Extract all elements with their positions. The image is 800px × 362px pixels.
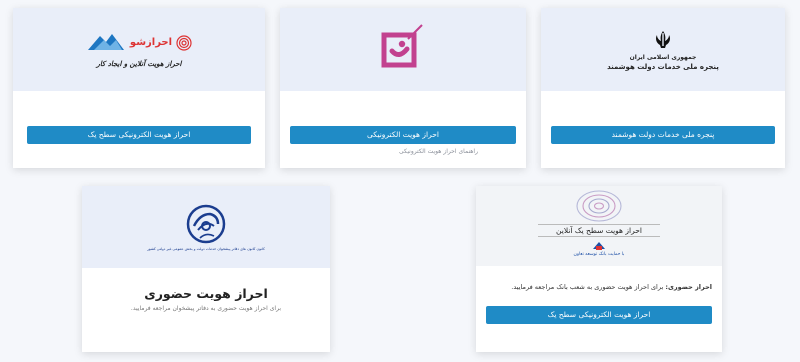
smart-gov-button[interactable]: پنجره ملی خدمات دولت هوشمند (551, 126, 775, 144)
card-smart-gov-header: جمهوری اسلامی ایران پنجره ملی خدمات دولت… (541, 8, 785, 91)
iran-emblem-icon (656, 30, 670, 48)
fingerprint-graphic-icon (576, 190, 622, 222)
smart-gov-logo-line2: پنجره ملی خدمات دولت هوشمند (607, 62, 719, 71)
electronic-auth-logo-icon (381, 23, 423, 67)
online-level1-banner: احراز هویت سطح یک آنلاین با حمایت بانک ت… (476, 186, 722, 266)
bank-logo-icon (592, 242, 605, 250)
level1-logo-brand: احرازشو (129, 37, 173, 48)
card-electronic-auth: احراز هویت الکترونیکی راهنمای احراز هویت… (280, 8, 526, 168)
level1-logo: احرازشو (86, 32, 192, 54)
pishkhan-logo-caption: کانون کانون های دفاتر پیشخوان خدمات دولت… (147, 246, 265, 251)
bank-logo-caption: با حمایت بانک توسعه تعاون (573, 252, 625, 257)
bank-logo: با حمایت بانک توسعه تعاون (573, 241, 625, 257)
partner-logo-icon (87, 33, 124, 50)
online-level1-desc: احراز حضوری: برای احراز هویت حضوری به شع… (486, 283, 712, 291)
card-smart-gov: جمهوری اسلامی ایران پنجره ملی خدمات دولت… (541, 8, 785, 168)
inperson-desc: برای احراز هویت حضوری به دفاتر پیشخوان م… (130, 305, 282, 312)
card-level1-auth: احرازشو احراز هویت آنلاین و ایجاد کار اح… (13, 8, 265, 168)
card-inperson-auth: کانون کانون های دفاتر پیشخوان خدمات دولت… (82, 186, 330, 352)
inperson-title: احراز هویت حضوری (144, 286, 268, 301)
online-level1-button[interactable]: احراز هویت الکترونیکی سطح یک (486, 306, 712, 324)
online-level1-desc-bold: احراز حضوری: (665, 283, 712, 291)
online-level1-banner-title: احراز هویت سطح یک آنلاین (538, 224, 660, 237)
level1-auth-button[interactable]: احراز هویت الکترونیکی سطح یک (27, 126, 251, 144)
card-online-level1: احراز هویت سطح یک آنلاین با حمایت بانک ت… (476, 186, 722, 352)
fingerprint-icon (176, 34, 192, 51)
card-electronic-auth-header (280, 8, 526, 91)
electronic-auth-guide-link[interactable]: راهنمای احراز هویت الکترونیکی (399, 148, 478, 155)
online-level1-desc-text: برای احراز هویت حضوری به شعب بانک مراجعه… (511, 283, 666, 291)
card-level1-auth-header: احرازشو احراز هویت آنلاین و ایجاد کار (13, 8, 265, 91)
level1-logo-caption: احراز هویت آنلاین و ایجاد کار (96, 59, 182, 68)
card-inperson-header: کانون کانون های دفاتر پیشخوان خدمات دولت… (82, 186, 330, 268)
smart-gov-logo-line1: جمهوری اسلامی ایران (629, 53, 697, 61)
electronic-auth-button[interactable]: احراز هویت الکترونیکی (290, 126, 516, 144)
pishkhan-logo-icon (186, 204, 226, 243)
